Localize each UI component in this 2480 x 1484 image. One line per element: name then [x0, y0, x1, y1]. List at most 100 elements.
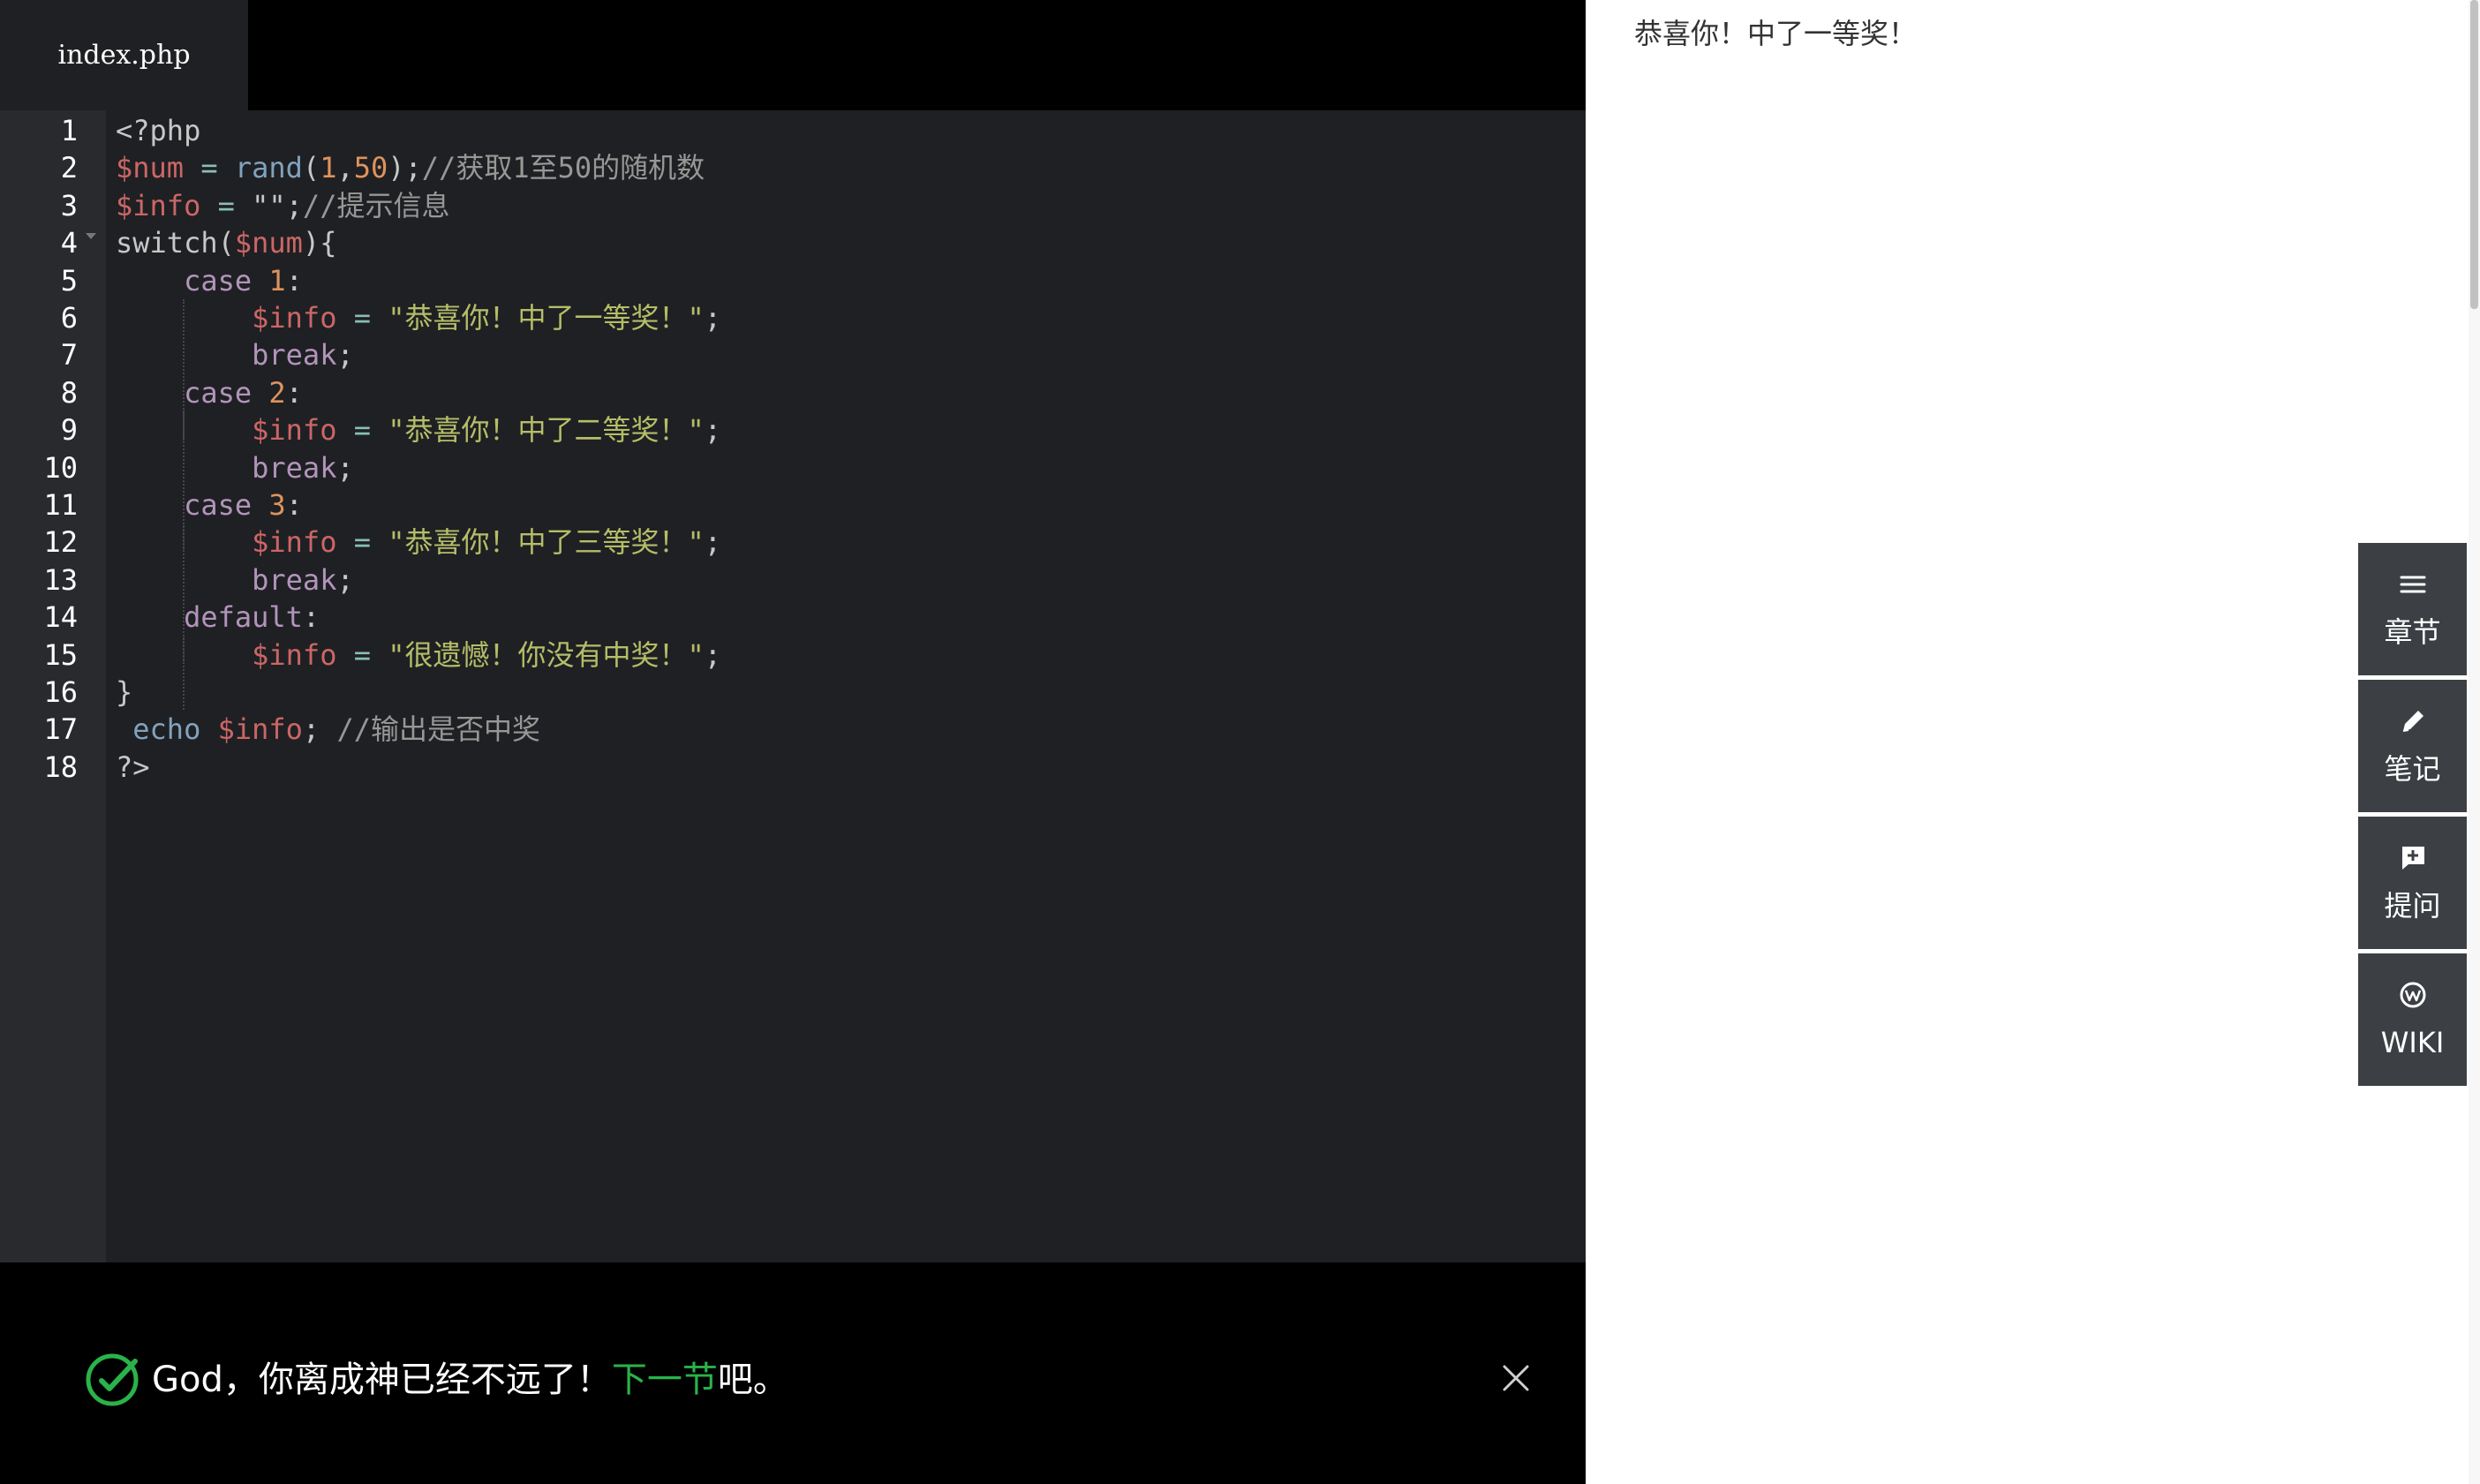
chapters-label: 章节: [2384, 615, 2441, 649]
fold-arrow-icon[interactable]: [86, 233, 96, 239]
line-number: 5: [60, 263, 78, 298]
code-token: "很遗憾！你没有中奖！": [388, 637, 705, 672]
code-token: ;: [336, 450, 354, 485]
output-panel: 恭喜你！中了一等奖！: [1586, 0, 2480, 1484]
code-token: =: [217, 188, 235, 222]
code-token: case: [184, 375, 253, 410]
code-token: switch(: [116, 226, 235, 260]
code-token: ;: [336, 562, 354, 597]
line-number: 2: [60, 151, 78, 185]
chapters-button[interactable]: 章节: [2358, 543, 2467, 675]
code-line[interactable]: $info = "很遗憾！你没有中奖！";: [116, 637, 721, 674]
code-token: );: [388, 151, 422, 185]
result-prefix: God，你离成神已经不远了！: [152, 1360, 612, 1400]
code-token: }: [116, 675, 133, 709]
line-number: 17: [43, 712, 78, 747]
code-line[interactable]: $num = rand(1,50);//获取1至50的随机数: [116, 149, 705, 186]
code-token: =: [353, 413, 371, 448]
check-circle-icon: [86, 1353, 139, 1406]
code-token: <?php: [116, 114, 201, 147]
ask-question-button[interactable]: 提问: [2358, 817, 2467, 949]
line-number: 16: [43, 675, 78, 709]
code-token: case: [184, 263, 253, 298]
code-line[interactable]: <?php: [116, 112, 200, 149]
code-token: ;: [704, 525, 722, 560]
code-token: =: [200, 151, 218, 185]
code-token: "恭喜你！中了二等奖！": [388, 413, 705, 448]
code-line[interactable]: echo $info; //输出是否中奖: [116, 711, 540, 748]
code-token: =: [353, 525, 371, 560]
code-token: //输出是否中奖: [336, 712, 540, 747]
wiki-icon: [2400, 982, 2426, 1008]
code-line[interactable]: break;: [116, 336, 354, 373]
line-number: 8: [60, 375, 78, 410]
code-token: 1: [320, 151, 337, 185]
code-line[interactable]: $info = "";//提示信息: [116, 187, 449, 224]
next-section-link[interactable]: 下一节: [612, 1360, 718, 1400]
notes-button[interactable]: 笔记: [2358, 680, 2467, 812]
code-line[interactable]: $info = "恭喜你！中了一等奖！";: [116, 299, 721, 336]
result-message: God，你离成神已经不远了！下一节吧。: [152, 1352, 788, 1408]
code-line[interactable]: break;: [116, 561, 354, 599]
line-number-gutter: 1 2 3 4 5 6 7 8 9 10 11 12 13 14 15 16 17 18: [0, 110, 106, 1262]
line-number: 4: [60, 226, 78, 260]
code-line[interactable]: $info = "恭喜你！中了二等奖！";: [116, 411, 721, 448]
file-tab-index-php[interactable]: index.php: [0, 0, 248, 110]
code-token: ;: [704, 637, 722, 672]
line-number: 1: [60, 114, 78, 147]
code-line[interactable]: $info = "恭喜你！中了三等奖！";: [116, 524, 721, 561]
code-token: 50: [353, 151, 388, 185]
line-number: 10: [43, 450, 78, 485]
code-line[interactable]: ?>: [116, 749, 150, 786]
code-line[interactable]: case 2:: [116, 374, 303, 411]
line-number: 3: [60, 188, 78, 222]
code-token: //提示信息: [302, 188, 450, 222]
scrollbar-thumb[interactable]: [2470, 0, 2478, 309]
code-editor[interactable]: 1 2 3 4 5 6 7 8 9 10 11 12 13 14 15 16 17 18 <?php $num = …: [0, 110, 1586, 1262]
line-number: 13: [43, 562, 78, 597]
line-number: 12: [43, 525, 78, 560]
code-line[interactable]: default:: [116, 599, 320, 636]
code-token: "恭喜你！中了三等奖！": [388, 525, 705, 560]
result-suffix: 吧。: [717, 1360, 788, 1400]
code-token: $info: [252, 525, 337, 560]
output-text: 恭喜你！中了一等奖！: [1634, 17, 1918, 50]
code-line[interactable]: switch($num){: [116, 224, 336, 261]
code-token: =: [353, 637, 371, 672]
output-scrollbar[interactable]: [2469, 0, 2480, 1484]
close-icon[interactable]: [1501, 1363, 1531, 1393]
code-token: $num: [116, 151, 185, 185]
code-token: ){: [302, 226, 337, 260]
code-line[interactable]: }: [116, 674, 132, 711]
code-token: $info: [217, 712, 303, 747]
code-line[interactable]: break;: [116, 449, 354, 486]
code-token: break: [252, 562, 337, 597]
code-token: ?>: [116, 750, 150, 784]
code-token: //获取1至50的随机数: [421, 151, 705, 185]
code-token: :: [285, 375, 303, 410]
code-token: $info: [252, 637, 337, 672]
code-line[interactable]: case 1:: [116, 262, 303, 299]
question-icon: [2401, 847, 2424, 870]
line-number: 7: [60, 338, 78, 373]
code-token: 2: [268, 375, 286, 410]
code-token: $info: [252, 413, 337, 448]
wiki-button[interactable]: WIKI: [2358, 953, 2467, 1086]
code-line[interactable]: case 3:: [116, 486, 303, 524]
